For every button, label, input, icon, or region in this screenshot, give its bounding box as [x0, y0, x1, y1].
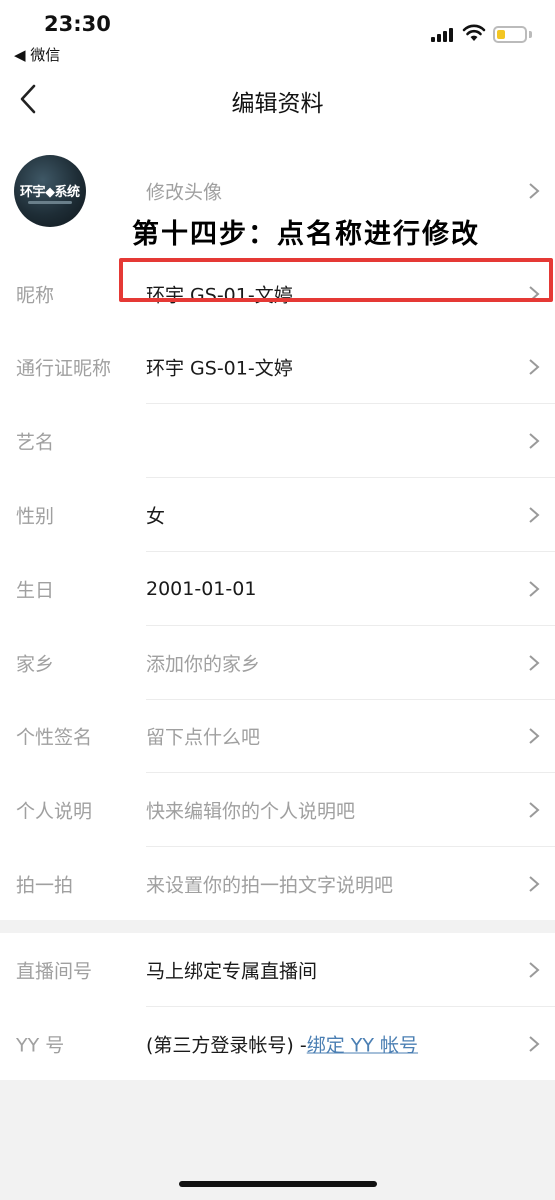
- yy-number-label: YY 号: [16, 1034, 65, 1057]
- back-to-wechat-link[interactable]: ◀ 微信: [14, 44, 60, 65]
- chevron-right-icon: [529, 507, 540, 523]
- pat-pat-label: 拍一拍: [16, 874, 74, 897]
- passport-nickname-value: 环宇 GS-01-文婷: [146, 357, 293, 380]
- wifi-icon: [462, 24, 486, 41]
- signature-row[interactable]: 个性签名 留下点什么吧: [0, 699, 555, 773]
- signature-label: 个性签名: [16, 726, 93, 749]
- gender-row[interactable]: 性别 女: [0, 478, 555, 552]
- gender-value: 女: [146, 505, 166, 528]
- chevron-right-icon: [529, 183, 540, 199]
- chevron-right-icon: [529, 359, 540, 375]
- avatar-logo-underline: [28, 201, 72, 204]
- cellular-signal-icon: [431, 28, 453, 42]
- signature-placeholder: 留下点什么吧: [146, 726, 261, 749]
- bindings-card: 直播间号 马上绑定专属直播间 YY 号 (第三方登录帐号) -绑定 YY 帐号: [0, 933, 555, 1080]
- hometown-placeholder: 添加你的家乡: [146, 653, 261, 676]
- status-bar: 23:30 ◀ 微信: [0, 0, 555, 70]
- tutorial-step-caption: 第十四步：点名称进行修改: [132, 219, 480, 250]
- chevron-right-icon: [529, 876, 540, 892]
- chevron-right-icon: [529, 962, 540, 978]
- chevron-right-icon: [529, 1036, 540, 1052]
- pat-pat-placeholder: 来设置你的拍一拍文字说明吧: [146, 874, 394, 897]
- birthday-value: 2001-01-01: [146, 578, 257, 600]
- chevron-right-icon: [529, 581, 540, 597]
- chevron-right-icon: [529, 286, 540, 302]
- change-avatar-label: 修改头像: [146, 181, 223, 204]
- birthday-row[interactable]: 生日 2001-01-01: [0, 552, 555, 626]
- stage-name-label: 艺名: [16, 431, 55, 454]
- live-room-value: 马上绑定专属直播间: [146, 960, 318, 983]
- avatar-logo-text: 环宇◆系统: [20, 185, 80, 200]
- home-indicator: [179, 1181, 377, 1187]
- yy-number-row[interactable]: YY 号 (第三方登录帐号) -绑定 YY 帐号: [0, 1007, 555, 1081]
- battery-level: [497, 30, 505, 39]
- personal-description-label: 个人说明: [16, 800, 93, 823]
- personal-description-row[interactable]: 个人说明 快来编辑你的个人说明吧: [0, 773, 555, 847]
- live-room-row[interactable]: 直播间号 马上绑定专属直播间: [0, 933, 555, 1007]
- passport-nickname-row[interactable]: 通行证昵称 环宇 GS-01-文婷: [0, 330, 555, 404]
- yy-number-value: (第三方登录帐号) -绑定 YY 帐号: [146, 1031, 418, 1058]
- nickname-row[interactable]: 昵称 环宇 GS-01-文婷: [0, 257, 555, 331]
- bind-yy-account-link[interactable]: 绑定 YY 帐号: [307, 1035, 418, 1057]
- nav-bar: 编辑资料: [0, 70, 555, 130]
- pat-pat-row[interactable]: 拍一拍 来设置你的拍一拍文字说明吧: [0, 847, 555, 921]
- hometown-label: 家乡: [16, 653, 55, 676]
- avatar[interactable]: 环宇◆系统: [14, 155, 86, 227]
- gender-label: 性别: [16, 505, 55, 528]
- birthday-label: 生日: [16, 579, 55, 602]
- chevron-right-icon: [529, 728, 540, 744]
- personal-description-placeholder: 快来编辑你的个人说明吧: [146, 800, 356, 823]
- chevron-right-icon: [529, 655, 540, 671]
- nickname-label: 昵称: [16, 284, 55, 307]
- nickname-value: 环宇 GS-01-文婷: [146, 284, 293, 307]
- status-time: 23:30: [44, 12, 111, 36]
- battery-tip: [529, 31, 532, 38]
- live-room-label: 直播间号: [16, 960, 93, 983]
- stage-name-row[interactable]: 艺名: [0, 404, 555, 478]
- chevron-right-icon: [529, 802, 540, 818]
- page-title: 编辑资料: [231, 91, 324, 117]
- passport-nickname-label: 通行证昵称: [16, 357, 112, 380]
- chevron-right-icon: [529, 433, 540, 449]
- hometown-row[interactable]: 家乡 添加你的家乡: [0, 626, 555, 700]
- yy-number-prefix: (第三方登录帐号) -: [146, 1034, 307, 1057]
